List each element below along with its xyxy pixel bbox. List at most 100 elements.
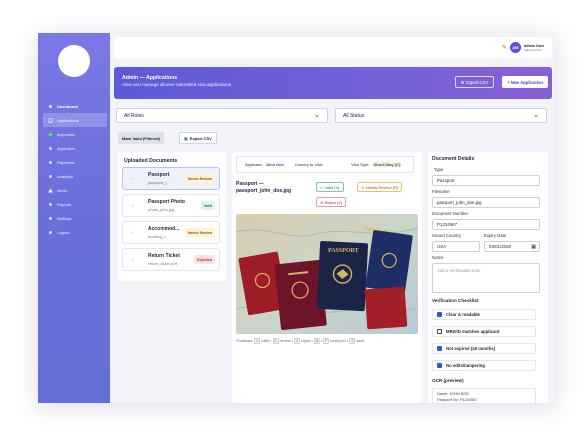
sidebar-item-analytics[interactable]: Analytics — [43, 169, 107, 183]
sidebar-item-label: Dashboard — [57, 103, 78, 109]
page-subtitle: View and manage all user-submitted visa … — [122, 82, 232, 87]
passports-photo: PASSPORT — [236, 214, 418, 334]
export-csv-secondary-button[interactable]: ▣ Export CSV — [179, 132, 217, 144]
issued-country-field[interactable]: USA — [432, 241, 480, 252]
checklist-item-clear[interactable]: Clear & readable — [432, 309, 536, 320]
checklist-item-mrz[interactable]: MRZ/ID matches applicant — [432, 326, 536, 337]
filename-field[interactable]: passport_john_doe.jpg — [432, 197, 540, 208]
visa-type-label: Visa Type: — [350, 162, 370, 167]
status-badge: Needs Review — [184, 174, 215, 183]
status-badge: Valid — [200, 201, 215, 210]
roles-select[interactable]: All Roles ⌄ — [116, 108, 328, 123]
application-meta-bar: Applicant: John Doe Country to Visit: Vi… — [236, 156, 414, 173]
shortcut-text: reject • — [301, 339, 313, 343]
chart-icon — [49, 174, 52, 178]
status-badge: Rejected — [194, 255, 215, 264]
sidebar-item-applications[interactable]: Applications — [43, 113, 107, 127]
shortcut-text: save — [356, 339, 365, 343]
avatar: AM — [509, 42, 521, 53]
page-title: Admin — Applications — [122, 75, 178, 81]
logo-avatar — [58, 45, 90, 77]
status-badge: Needs Review — [184, 228, 215, 237]
checklist-title: Verification Checklist — [432, 298, 479, 303]
card-icon — [49, 160, 52, 164]
download-icon: ⊞ — [460, 79, 465, 85]
document-preview-image[interactable]: PASSPORT — [236, 214, 418, 334]
document-details-panel: Document Details Type Passport Filename … — [428, 152, 548, 403]
checkbox-checked[interactable] — [437, 346, 442, 351]
export-csv-button[interactable]: ⊞ Export CSV — [454, 76, 494, 88]
expiry-date-value: 03/01/2028 — [489, 244, 511, 249]
status-select[interactable]: All Status ⌄ — [335, 108, 547, 123]
document-name: Passport Photo — [148, 199, 185, 205]
checklist-label: Clear & readable — [446, 312, 480, 317]
sidebar-item-label: Logout — [57, 229, 70, 235]
document-title: Passport — passport_john_doe.jpg — [236, 181, 291, 195]
sidebar-item-payments[interactable]: Payments — [43, 155, 107, 169]
document-title-line2: passport_john_doe.jpg — [236, 188, 292, 194]
notification-icon[interactable]: ✎ — [502, 44, 507, 51]
calendar-icon[interactable]: ▦ — [531, 244, 536, 250]
checklist-item-expiry[interactable]: Not expired (≥6 months) — [432, 343, 536, 354]
type-label: Type — [434, 167, 444, 172]
sidebar-item-applicants[interactable]: Applicants — [43, 141, 107, 155]
checkbox-checked[interactable] — [437, 363, 442, 368]
checkbox-unchecked[interactable] — [437, 329, 442, 334]
needs-review-action-button[interactable]: ⚠ Needs Review (R) — [357, 182, 403, 192]
check-circle-icon — [48, 131, 53, 137]
sidebar-item-alerts[interactable]: Alerts — [43, 183, 107, 197]
checklist-item-tampering[interactable]: No edits/tampering — [432, 360, 536, 371]
document-item-passport-photo[interactable]: › Passport Photo photo_john.jpg Valid — [122, 194, 220, 217]
user-menu[interactable]: ✎ AM Admin User Administrator — [502, 42, 544, 53]
type-field[interactable]: Passport — [432, 175, 540, 186]
details-title: Document Details — [432, 156, 475, 162]
sidebar-item-label: Reports — [57, 201, 72, 207]
sidebar-item-dashboard[interactable]: Dashboard — [43, 99, 107, 113]
checklist-label: Not expired (≥6 months) — [446, 346, 496, 351]
document-name: Passport — [148, 172, 170, 178]
reject-action-button[interactable]: ✕ Reject (X) — [316, 197, 347, 207]
mark-valid-action-button[interactable]: ✓ Valid (V) — [316, 182, 344, 192]
chevron-right-icon: › — [132, 230, 134, 235]
dot-icon — [49, 104, 52, 108]
document-file: photo_john.jpg — [148, 207, 175, 212]
visa-type-value: Short-Stay (C) — [372, 162, 402, 167]
ocr-preview: Name: JOHN DOE Passport No: P1234567 — [432, 388, 536, 403]
sidebar-item-approvals[interactable]: Approvals — [43, 127, 107, 141]
sidebar-item-settings[interactable]: Settings — [43, 211, 107, 225]
checklist-label: No edits/tampering — [446, 363, 485, 368]
gear-icon — [49, 216, 52, 220]
document-number-label: Document Number — [432, 211, 469, 216]
expiry-date-field[interactable]: 03/01/2028 ▦ — [484, 241, 540, 252]
key-x: X — [294, 338, 301, 344]
sidebar-item-label: Payments — [57, 159, 75, 165]
sidebar-item-label: Alerts — [57, 187, 68, 193]
shortcut-text: next/prev • — [330, 339, 349, 343]
checkbox-checked[interactable] — [437, 312, 442, 317]
roles-select-value: All Roles — [124, 112, 144, 119]
report-icon — [49, 202, 52, 206]
photo-caption: PASSPORT — [328, 248, 359, 254]
app-window: Dashboard Applications Approvals Applica… — [38, 33, 555, 403]
page-header-banner: Admin — Applications View and manage all… — [114, 67, 552, 99]
sidebar-nav: Dashboard Applications Approvals Applica… — [43, 99, 107, 239]
export-csv-label: Export CSV — [466, 79, 488, 85]
mark-valid-button[interactable]: Mark Valid (Filtered) — [118, 132, 165, 144]
notes-textarea[interactable]: Add a verification note — [432, 263, 540, 293]
uploaded-documents-title: Uploaded Documents — [124, 158, 178, 164]
document-item-return-ticket[interactable]: › Return Ticket return_ticket.pdf Reject… — [122, 248, 220, 271]
document-item-passport[interactable]: › Passport passport_j... Needs Review — [122, 167, 220, 190]
filename-label: Filename — [432, 189, 450, 194]
document-file: booking_r... — [148, 234, 169, 239]
sidebar-item-reports[interactable]: Reports — [43, 197, 107, 211]
document-number-field[interactable]: P1234567 — [432, 219, 540, 230]
document-viewer-panel: Applicant: John Doe Country to Visit: Vi… — [232, 152, 422, 403]
user-role: Administrator — [523, 47, 542, 52]
ocr-title: OCR (preview) — [432, 378, 464, 383]
chevron-right-icon: › — [132, 257, 134, 262]
notes-label: Notes — [432, 255, 444, 260]
document-item-accommodation[interactable]: › Accommod... booking_r... Needs Review — [122, 221, 220, 244]
chevron-down-icon: ⌄ — [314, 112, 320, 119]
new-application-button[interactable]: + New Application — [501, 76, 548, 88]
sidebar-item-logout[interactable]: Logout — [43, 225, 107, 239]
